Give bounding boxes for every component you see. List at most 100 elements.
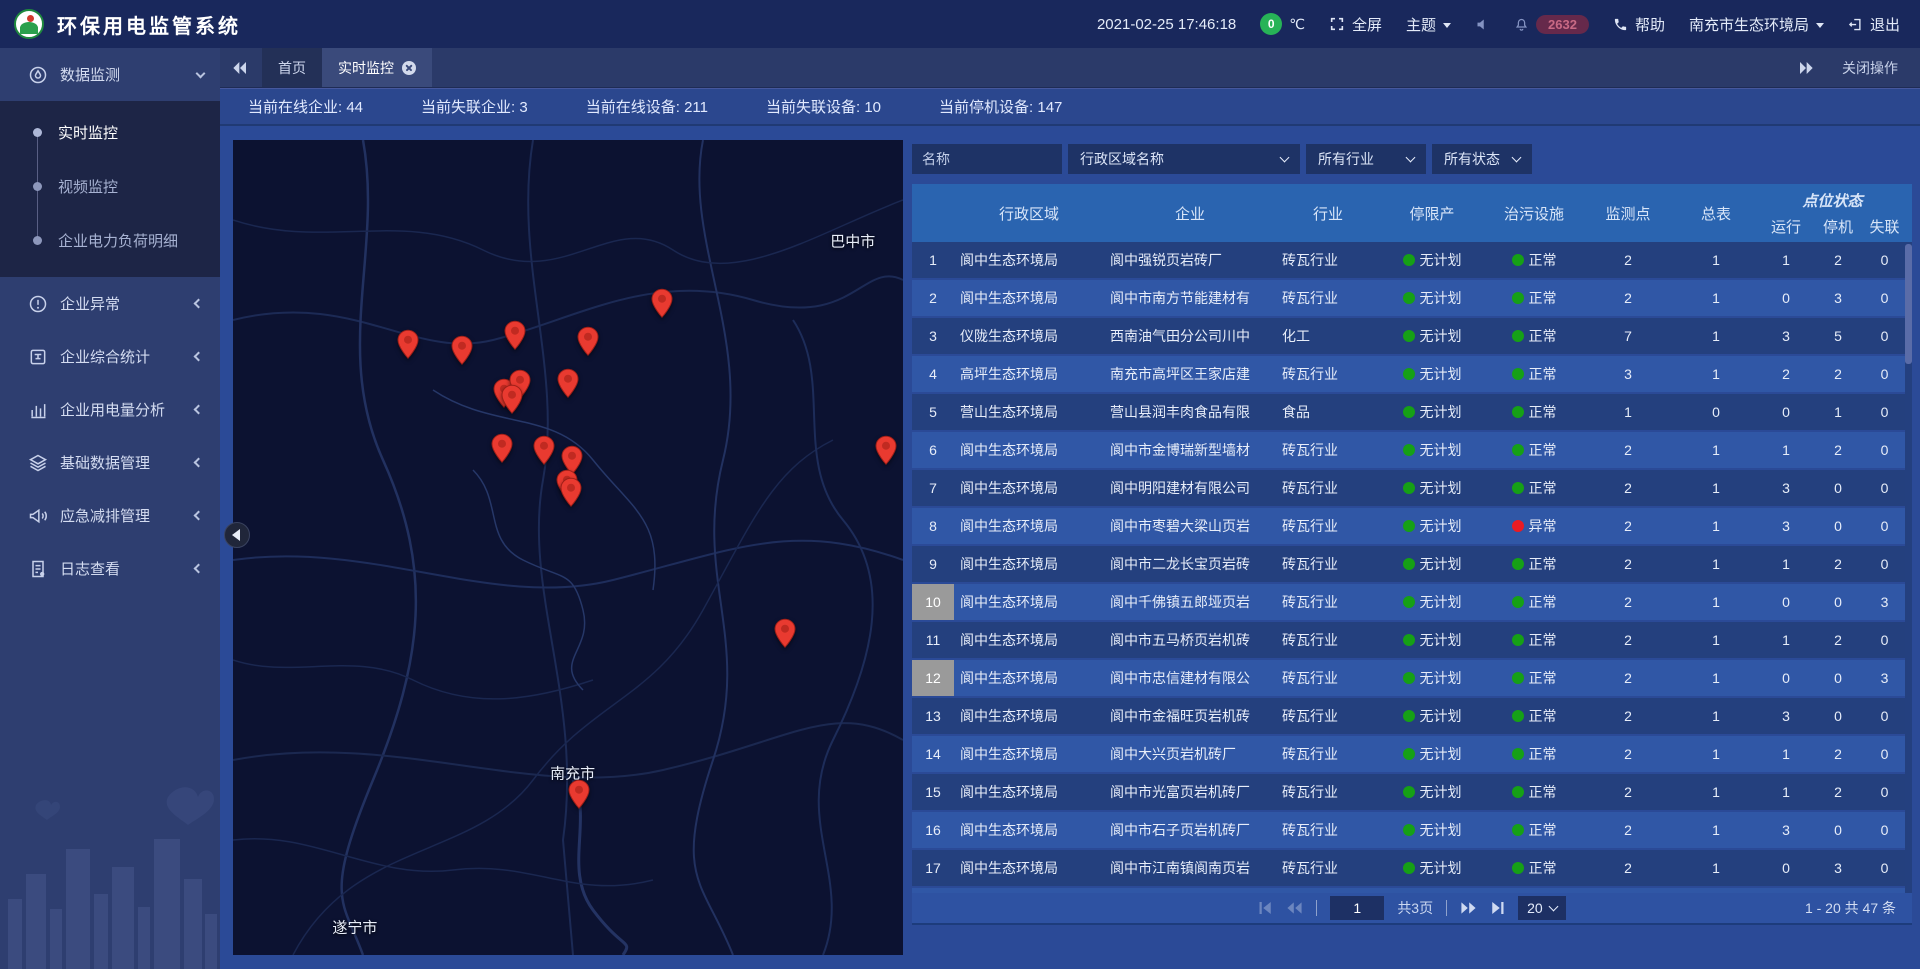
tabs-scroll-left-button[interactable] — [220, 48, 262, 87]
table-row-15[interactable]: 15阆中生态环境局阆中市光富页岩机砖厂砖瓦行业无计划正常21120 — [912, 774, 1912, 810]
cell-total-meters: 0 — [1672, 394, 1760, 430]
status-dot-green — [1403, 254, 1415, 266]
page-size-select[interactable]: 20 — [1518, 896, 1566, 920]
map-pin-icon[interactable] — [533, 436, 555, 466]
table-row-2[interactable]: 2阆中生态环境局阆中市南方节能建材有砖瓦行业无计划正常21030 — [912, 280, 1912, 316]
industry-select[interactable]: 所有行业 — [1306, 144, 1426, 174]
table-row-1[interactable]: 1阆中生态环境局阆中强锐页岩砖厂砖瓦行业无计划正常21120 — [912, 242, 1912, 278]
status-select[interactable]: 所有状态 — [1432, 144, 1532, 174]
map-pin-icon[interactable] — [875, 436, 897, 466]
sidebar-item-5[interactable]: 应急减排管理 — [0, 489, 220, 542]
map-pin-icon[interactable] — [774, 618, 796, 648]
table-scrollbar[interactable] — [1905, 242, 1912, 893]
org-menu[interactable]: 南充市生态环境局 — [1689, 14, 1824, 35]
status-strip: 当前在线企业: 44当前失联企业: 3当前在线设备: 211当前失联设备: 10… — [220, 88, 1920, 126]
cell-limit-status: 无计划 — [1380, 394, 1484, 430]
map-pin-icon[interactable] — [451, 335, 473, 365]
cell-company: 阆中市二龙长宝页岩砖 — [1104, 546, 1276, 582]
notifications-button[interactable]: 2632 — [1514, 15, 1589, 34]
cell-total-meters: 1 — [1672, 698, 1760, 734]
page-next-icon[interactable] — [1460, 901, 1477, 915]
table-row-11[interactable]: 11阆中生态环境局阆中市五马桥页岩机砖砖瓦行业无计划正常21120 — [912, 622, 1912, 658]
status-stat-value: 10 — [864, 99, 881, 116]
table-row-10[interactable]: 10阆中生态环境局阆中千佛镇五郎垭页岩砖瓦行业无计划正常21003 — [912, 584, 1912, 620]
mute-button[interactable] — [1475, 17, 1490, 32]
sidebar-subitem-实时监控[interactable]: 实时监控 — [0, 105, 220, 159]
table-row-5[interactable]: 5营山生态环境局营山县润丰肉食品有限食品无计划正常10010 — [912, 394, 1912, 430]
alert-circle-icon — [28, 294, 48, 314]
page-prev-icon[interactable] — [1286, 901, 1303, 915]
fullscreen-button[interactable]: 全屏 — [1329, 14, 1382, 35]
sidebar-item-0[interactable]: 数据监测 — [0, 48, 220, 101]
table-scrollbar-thumb[interactable] — [1905, 244, 1912, 364]
logout-icon — [1848, 17, 1863, 32]
map-pin-icon[interactable] — [568, 779, 590, 809]
sidebar-item-2[interactable]: 企业综合统计 — [0, 330, 220, 383]
map-pin-icon[interactable] — [491, 433, 513, 463]
map-pin-icon[interactable] — [651, 288, 673, 318]
cell-company: 阆中市石子页岩机砖厂 — [1104, 812, 1276, 848]
page-first-icon[interactable] — [1258, 901, 1273, 915]
sidebar-item-1[interactable]: 企业异常 — [0, 277, 220, 330]
sidebar-item-4[interactable]: 基础数据管理 — [0, 436, 220, 489]
cell-treatment-status: 异常 — [1484, 508, 1584, 544]
region-select[interactable]: 行政区域名称 — [1068, 144, 1300, 174]
row-number: 12 — [912, 660, 954, 696]
row-number: 14 — [912, 736, 954, 772]
sidebar-subitem-企业电力负荷明细[interactable]: 企业电力负荷明细 — [0, 213, 220, 267]
col-running: 运行 — [1760, 211, 1812, 242]
map-panel[interactable]: 巴中市南充市遂宁市 — [233, 140, 903, 955]
close-actions-menu[interactable]: 关闭操作 — [1842, 58, 1898, 78]
table-row-7[interactable]: 7阆中生态环境局阆中明阳建材有限公司砖瓦行业无计划正常21300 — [912, 470, 1912, 506]
cell-offline: 0 — [1864, 698, 1905, 734]
map-collapse-handle[interactable] — [224, 522, 250, 548]
table-row-3[interactable]: 3仪陇生态环境局西南油气田分公司川中化工无计划正常71350 — [912, 318, 1912, 354]
table-row-13[interactable]: 13阆中生态环境局阆中市金福旺页岩机砖砖瓦行业无计划正常21300 — [912, 698, 1912, 734]
sidebar-subitem-视频监控[interactable]: 视频监控 — [0, 159, 220, 213]
region-select-value: 行政区域名称 — [1080, 149, 1164, 169]
table-row-17[interactable]: 17阆中生态环境局阆中市江南镇阆南页岩砖瓦行业无计划正常21030 — [912, 850, 1912, 886]
tab-首页[interactable]: 首页 — [262, 48, 322, 87]
status-dot-green — [1512, 444, 1524, 456]
map-pin-icon[interactable] — [557, 368, 579, 398]
map-pin-icon[interactable] — [577, 326, 599, 356]
cell-region: 阆中生态环境局 — [954, 470, 1104, 506]
status-dot-green — [1403, 406, 1415, 418]
page-last-icon[interactable] — [1490, 901, 1505, 915]
table-row-8[interactable]: 8阆中生态环境局阆中市枣碧大梁山页岩砖瓦行业无计划异常21300 — [912, 508, 1912, 544]
table-row-12[interactable]: 12阆中生态环境局阆中市忠信建材有限公砖瓦行业无计划正常21003 — [912, 660, 1912, 696]
tabs-scroll-right-button[interactable] — [1798, 61, 1814, 75]
table-row-4[interactable]: 4高坪生态环境局南充市高坪区王家店建砖瓦行业无计划正常31220 — [912, 356, 1912, 392]
table-row-6[interactable]: 6阆中生态环境局阆中市金博瑞新型墙材砖瓦行业无计划正常21120 — [912, 432, 1912, 468]
map-pin-icon[interactable] — [397, 329, 419, 359]
page-number-input[interactable] — [1330, 896, 1384, 920]
logout-button[interactable]: 退出 — [1848, 14, 1900, 35]
sidebar-item-6[interactable]: 日志查看 — [0, 542, 220, 595]
col-total-meters: 总表 — [1672, 184, 1760, 242]
theme-menu[interactable]: 主题 — [1406, 14, 1451, 35]
col-stopped: 停机 — [1812, 211, 1864, 242]
row-number: 9 — [912, 546, 954, 582]
chevron-left-icon — [194, 458, 204, 468]
help-button[interactable]: 帮助 — [1613, 14, 1665, 35]
cell-limit-status: 无计划 — [1380, 774, 1484, 810]
tab-实时监控[interactable]: 实时监控 — [322, 48, 432, 87]
cell-company: 阆中明阳建材有限公司 — [1104, 470, 1276, 506]
cell-stopped: 2 — [1812, 774, 1864, 810]
tab-close-icon[interactable] — [402, 61, 416, 75]
table-row-9[interactable]: 9阆中生态环境局阆中市二龙长宝页岩砖砖瓦行业无计划正常21120 — [912, 546, 1912, 582]
map-pin-icon[interactable] — [501, 384, 523, 414]
map-pin-icon[interactable] — [504, 320, 526, 350]
chevron-down-icon — [1548, 902, 1558, 912]
fullscreen-label: 全屏 — [1352, 14, 1382, 35]
sidebar-item-3[interactable]: 企业用电量分析 — [0, 383, 220, 436]
row-number: 1 — [912, 242, 954, 278]
cell-treatment-status: 正常 — [1484, 432, 1584, 468]
cell-region: 阆中生态环境局 — [954, 660, 1104, 696]
table-row-16[interactable]: 16阆中生态环境局阆中市石子页岩机砖厂砖瓦行业无计划正常21300 — [912, 812, 1912, 848]
status-dot-green — [1512, 862, 1524, 874]
map-pin-icon[interactable] — [560, 477, 582, 507]
cell-industry: 砖瓦行业 — [1276, 242, 1380, 278]
name-search-input[interactable] — [912, 144, 1062, 174]
table-row-14[interactable]: 14阆中生态环境局阆中大兴页岩机砖厂砖瓦行业无计划正常21120 — [912, 736, 1912, 772]
